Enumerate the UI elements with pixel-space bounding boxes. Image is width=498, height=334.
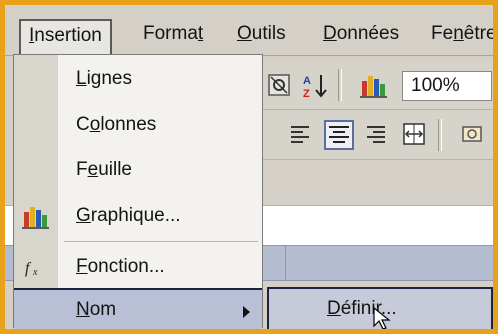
menu-item-colonnes-suffix: lonnes [100,114,157,135]
menu-item-feuille[interactable]: Feuille [14,148,262,192]
menu-item-graphique[interactable]: Graphique... [14,194,262,238]
menu-item-colonnes-label: Colonnes [76,103,156,147]
menu-format[interactable]: Format [135,19,211,49]
menu-item-nom[interactable]: Nom [14,288,262,329]
menu-bar: Insertion Format Outils Données Fenêtre [5,5,493,56]
menu-item-colonnes[interactable]: Colonnes [14,103,262,147]
insertion-menu: Lignes Colonnes Feuille Graphique... f x [13,54,263,329]
menu-item-lignes-suffix: ignes [86,68,132,89]
menu-item-fonction-suffix: onction... [87,256,165,277]
menu-item-colonnes-accelerator: o [89,114,101,135]
menu-insertion-suffix: nsertion [34,25,102,46]
menu-donnees[interactable]: Données [315,19,407,49]
menu-donnees-accelerator: D [323,23,337,44]
chart-wizard-button[interactable] [358,70,388,100]
sort-ascending-button[interactable]: A Z [300,70,330,100]
menu-fenetre-accelerator: n [453,23,464,44]
menu-item-feuille-prefix: F [76,159,88,180]
menu-item-nom-accelerator: N [76,299,90,320]
align-right-icon [367,126,385,143]
menu-item-graphique-suffix: raphique... [90,205,181,226]
svg-text:x: x [32,267,38,278]
align-left-button[interactable] [286,120,316,150]
menu-outils-suffix: utils [251,23,286,44]
merge-center-icon [403,123,425,145]
excel-window: Insertion Format Outils Données Fenêtre … [5,5,493,329]
menu-item-fonction-label: Fonction... [76,245,165,289]
menu-outils[interactable]: Outils [229,19,294,49]
sort-ascending-icon: A Z [303,75,327,100]
menu-item-feuille-accelerator: e [87,159,99,180]
toolbar-separator [438,119,442,151]
standard-toolbar: A Z 100% [260,61,493,110]
menu-item-fonction[interactable]: f x Fonction... [14,245,262,289]
mouse-pointer-icon [373,307,391,329]
function-icon: f x [25,260,38,278]
menu-item-feuille-label: Feuille [76,148,132,192]
toolbar-separator [338,69,342,101]
chart-icon [22,207,49,229]
menu-item-definir-accelerator: D [327,298,341,319]
align-left-icon [291,126,309,143]
nom-submenu: Définir... [267,287,493,329]
currency-icon [462,126,482,142]
menu-format-accelerator: t [197,23,204,44]
insert-hyperlink-button[interactable] [264,70,294,100]
menu-insertion[interactable]: Insertion [19,19,112,54]
align-right-button[interactable] [362,120,392,150]
menu-item-lignes-label: Lignes [76,57,132,101]
menu-donnees-suffix: onnées [336,23,400,44]
menu-item-feuille-suffix: uille [98,159,132,180]
menu-outils-accelerator: O [237,23,252,44]
currency-button[interactable] [458,120,488,150]
menu-item-graphique-accelerator: G [76,205,91,226]
menu-item-lignes[interactable]: Lignes [14,57,262,101]
menu-format-prefix: Forma [143,23,198,44]
menu-item-lignes-accelerator: L [76,68,87,89]
menu-item-graphique-label: Graphique... [76,194,181,238]
align-center-button[interactable] [324,120,354,150]
zoom-value: 100% [411,75,460,96]
chart-wizard-icon [360,76,387,98]
svg-text:A: A [303,75,311,87]
submenu-arrow-icon [243,306,250,318]
menu-fenetre[interactable]: Fenêtre [423,19,493,49]
formatting-toolbar [260,111,493,160]
menu-item-nom-label: Nom [76,290,116,329]
menu-item-fonction-accelerator: F [76,256,88,277]
menu-separator [64,241,258,242]
menu-fenetre-prefix: Fe [431,23,454,44]
svg-text:f: f [25,260,32,277]
merge-center-button[interactable] [400,120,430,150]
menu-item-colonnes-prefix: C [76,114,90,135]
column-header[interactable] [285,246,493,280]
svg-text:Z: Z [303,88,310,99]
menu-fenetre-suffix: être [463,23,493,44]
hyperlink-icon [268,74,290,96]
align-center-icon [329,126,349,143]
menu-item-nom-suffix: om [89,299,117,320]
zoom-select[interactable]: 100% [402,71,492,101]
